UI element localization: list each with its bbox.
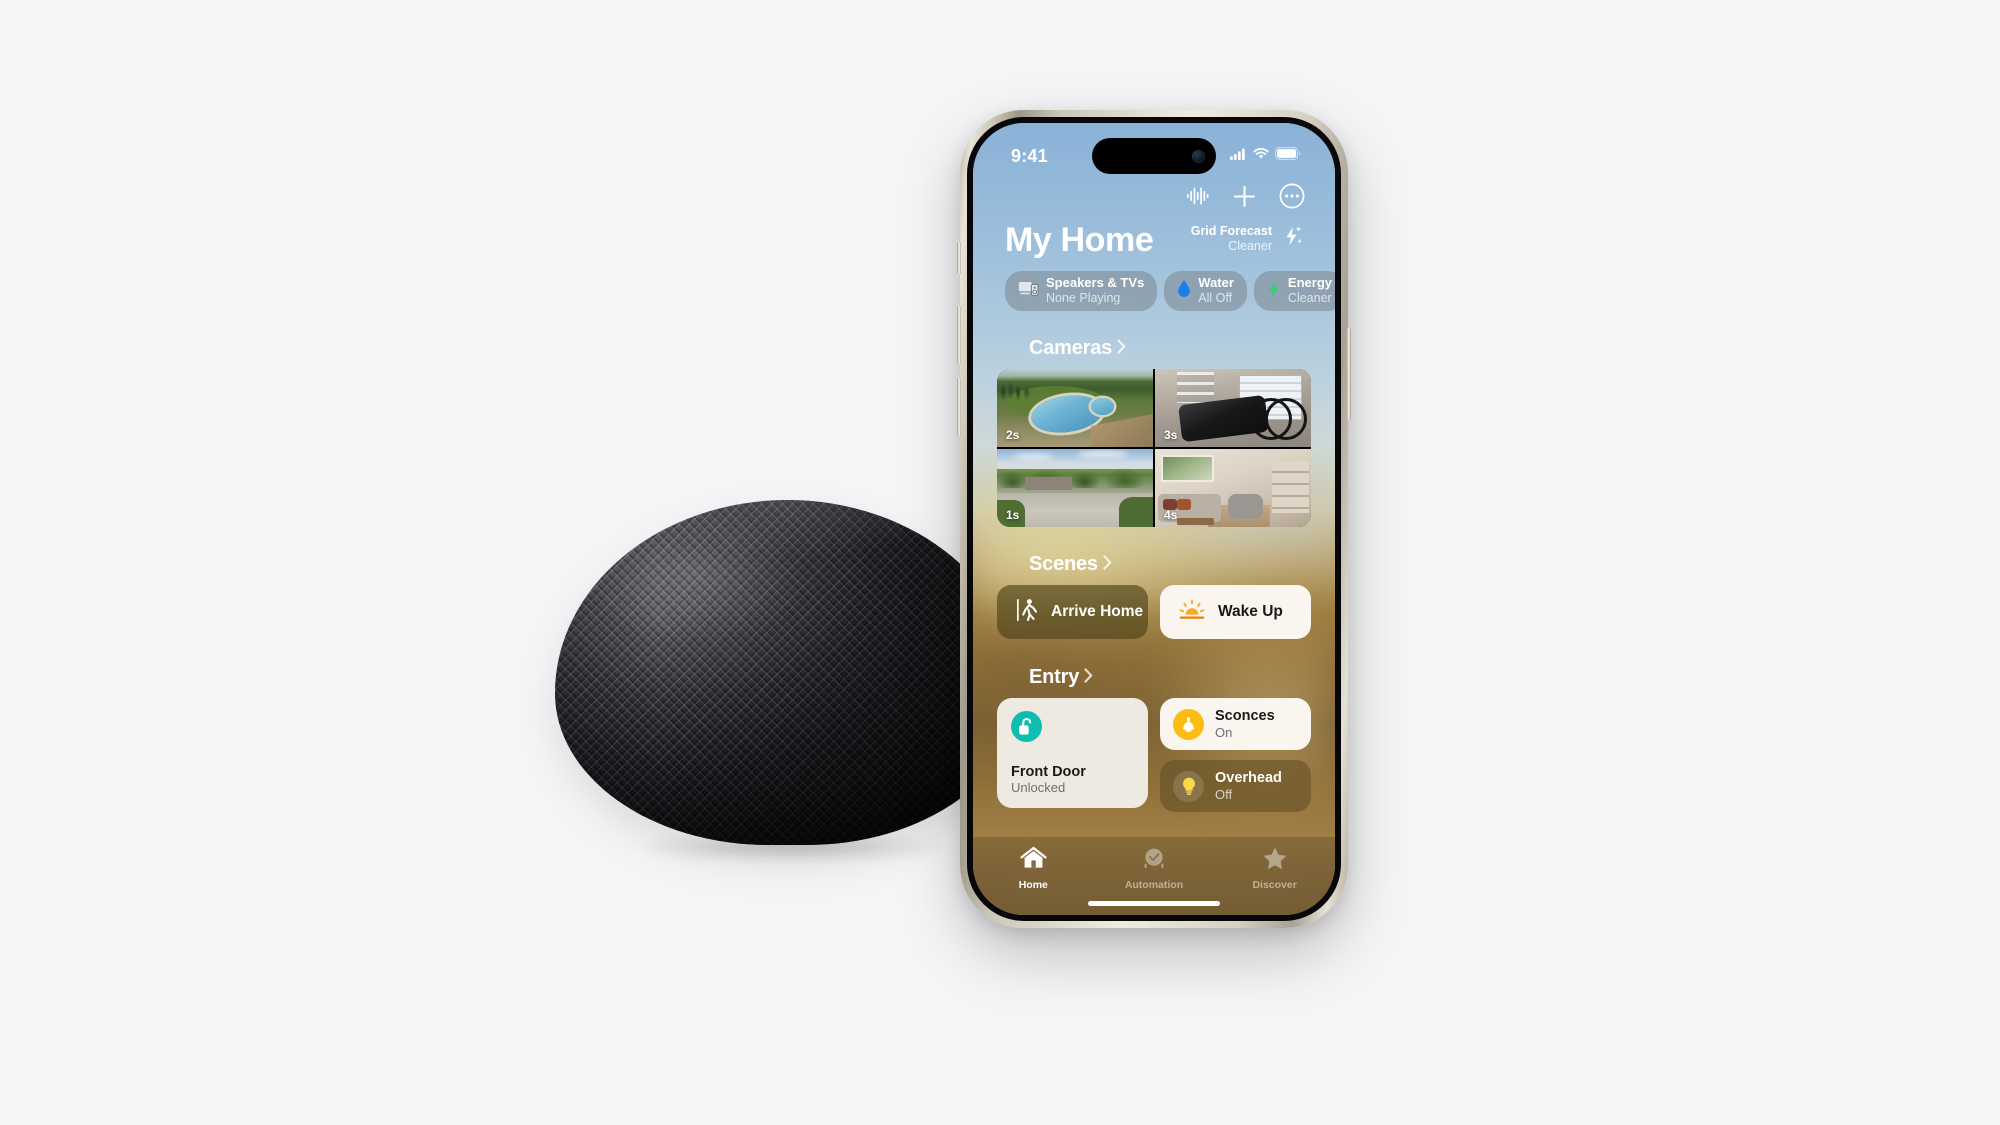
home-content-scroll[interactable]: Cameras 2s 3s 1s 4s Scenes Arrive Home W…: [973, 319, 1335, 915]
volume-down-button[interactable]: [957, 378, 961, 436]
tile-status: Unlocked: [1011, 780, 1066, 795]
chevron-right-icon: [1103, 554, 1112, 575]
driveway-camera-tile[interactable]: 1s: [997, 449, 1153, 527]
tile-label: Sconces: [1215, 707, 1275, 724]
battery-icon: [1275, 147, 1301, 165]
entry-grid: Front Door Unlocked Sconces On Overhead …: [997, 698, 1311, 812]
front-camera-icon: [1192, 149, 1205, 163]
chevron-right-icon: [1084, 667, 1093, 688]
status-pills: Speakers & TVs None Playing Water All Of…: [997, 259, 1335, 311]
scenes-section: Scenes Arrive Home Wake Up: [973, 527, 1335, 639]
tab-automation[interactable]: Automation: [1094, 846, 1213, 891]
pill-title: Water: [1198, 275, 1234, 291]
pill-title: Speakers & TVs: [1046, 275, 1145, 291]
dynamic-island: [1092, 138, 1216, 174]
tile-label: Front Door: [1011, 764, 1086, 780]
camera-timestamp: 1s: [1006, 508, 1020, 522]
tile-status: Off: [1215, 786, 1233, 802]
home-indicator[interactable]: [1088, 901, 1220, 906]
ellipsis-circle-icon[interactable]: [1279, 183, 1305, 209]
action-button[interactable]: [957, 242, 961, 274]
sunrise-icon: [1179, 599, 1205, 626]
tab-label: Home: [1018, 879, 1048, 891]
house-icon: [1020, 846, 1047, 875]
section-title: Entry: [1029, 666, 1080, 688]
energy-bolt-icon: [1267, 279, 1281, 304]
tab-label: Discover: [1252, 879, 1297, 891]
clock-check-icon: [1141, 846, 1167, 875]
tab-home[interactable]: Home: [974, 846, 1093, 891]
pill-water[interactable]: Water All Off: [1164, 271, 1247, 311]
waveform-icon[interactable]: [1186, 186, 1210, 206]
pill-subtitle: Cleaner: [1287, 291, 1332, 306]
camera-timestamp: 2s: [1006, 428, 1020, 442]
unlocked-padlock-icon: [1011, 711, 1042, 742]
walking-person-icon: [1016, 597, 1038, 628]
cameras-section: Cameras 2s 3s 1s 4s: [973, 319, 1335, 527]
sconces-tile[interactable]: Sconces On: [1160, 698, 1311, 750]
section-title: Scenes: [1029, 553, 1098, 575]
side-power-button[interactable]: [1347, 328, 1351, 420]
garage-camera-tile[interactable]: 3s: [1155, 369, 1311, 447]
pill-speakers-tvs[interactable]: Speakers & TVs None Playing: [1005, 271, 1158, 311]
homepod-shading: [555, 500, 1020, 845]
section-title: Cameras: [1029, 337, 1113, 359]
iphone-screen: 9:41 My Home Grid Forecast Cleaner Speak…: [973, 123, 1335, 915]
camera-timestamp: 4s: [1164, 508, 1178, 522]
overhead-tile[interactable]: Overhead Off: [1160, 760, 1311, 812]
tile-label: Overhead: [1215, 769, 1282, 786]
chevron-right-icon: [1117, 338, 1126, 359]
living-room-camera-tile[interactable]: 4s: [1155, 449, 1311, 527]
clean-energy-bolt-icon: [1279, 223, 1305, 254]
tile-status: On: [1215, 724, 1233, 740]
cameras-section-header[interactable]: Cameras: [997, 337, 1311, 369]
status-bar-time: 9:41: [1011, 145, 1048, 166]
volume-up-button[interactable]: [957, 306, 961, 364]
tab-discover[interactable]: Discover: [1215, 846, 1334, 891]
scene-arrive-home[interactable]: Arrive Home: [997, 585, 1148, 639]
pill-subtitle: None Playing: [1046, 291, 1121, 306]
scene-label: Arrive Home: [1051, 603, 1144, 620]
grid-forecast-widget[interactable]: Grid Forecast Cleaner: [1191, 223, 1305, 259]
speaker-tv-icon: [1018, 280, 1039, 302]
star-icon: [1262, 846, 1288, 875]
page-title: My Home: [1005, 221, 1154, 260]
entry-section-header[interactable]: Entry: [997, 666, 1311, 698]
cellular-signal-icon: [1230, 147, 1247, 165]
lightbulb-icon: [1173, 770, 1204, 802]
scene-label: Wake Up: [1218, 603, 1283, 620]
pool-camera-tile[interactable]: 2s: [997, 369, 1153, 447]
pill-energy[interactable]: Energy Cleaner: [1253, 271, 1335, 311]
wifi-icon: [1253, 147, 1269, 165]
homepod-mini-speaker: [555, 500, 1020, 864]
scenes-section-header[interactable]: Scenes: [997, 553, 1311, 585]
plus-icon[interactable]: [1232, 184, 1257, 209]
pill-title: Energy: [1287, 275, 1332, 291]
water-drop-icon: [1177, 279, 1191, 303]
front-door-tile[interactable]: Front Door Unlocked: [997, 698, 1148, 808]
cameras-grid: 2s 3s 1s 4s: [997, 369, 1311, 527]
iphone-device: 9:41 My Home Grid Forecast Cleaner Speak…: [957, 110, 1351, 928]
home-app-header: My Home Grid Forecast Cleaner Speakers &…: [973, 175, 1335, 311]
homepod-body: [555, 500, 1020, 845]
scene-wake-up[interactable]: Wake Up: [1160, 585, 1311, 639]
grid-forecast-title: Grid Forecast: [1190, 223, 1272, 238]
tab-label: Automation: [1124, 879, 1184, 891]
scenes-row: Arrive Home Wake Up: [997, 585, 1311, 639]
grid-forecast-subtitle: Cleaner: [1228, 238, 1272, 253]
pill-subtitle: All Off: [1198, 291, 1233, 306]
camera-timestamp: 3s: [1164, 428, 1178, 442]
sconce-lamp-icon: [1173, 708, 1204, 740]
entry-section: Entry Front Door Unlocked Sconces On Ove…: [973, 639, 1335, 812]
